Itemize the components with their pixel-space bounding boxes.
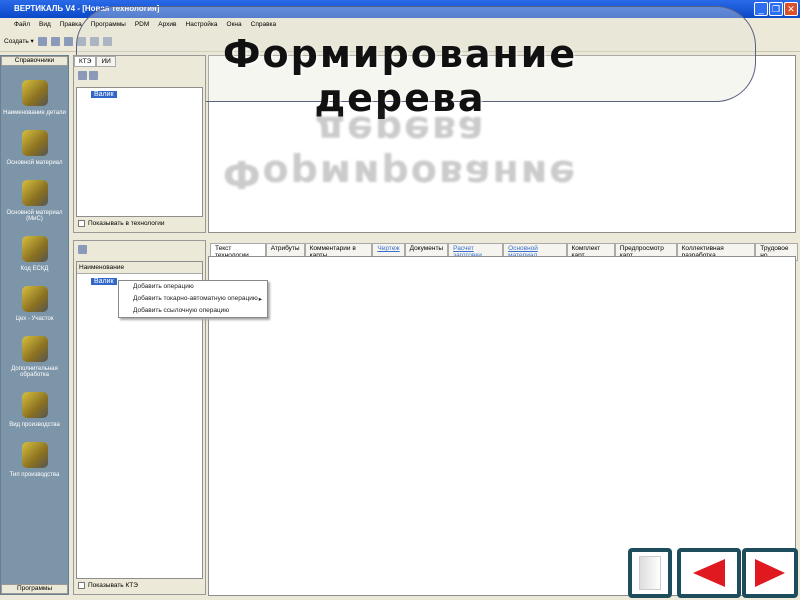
sidebar-item-workshop[interactable]: Цех - Участок (1, 286, 68, 322)
menu-item-add-lathe-operation[interactable]: Добавить токарно-автоматную операцию ▸ (119, 293, 267, 305)
sidebar-item-production-kind[interactable]: Вид производства (1, 392, 68, 428)
create-button[interactable]: Создать ▾ (4, 37, 34, 51)
menu-pdm[interactable]: PDM (135, 21, 149, 33)
sidebar-item-part-name[interactable]: Наименование детали (1, 80, 68, 116)
sidebar-item-production-type[interactable]: Тип производства (1, 442, 68, 478)
menu-help[interactable]: Справка (251, 21, 277, 33)
menu-item-add-operation[interactable]: Добавить операцию (119, 281, 267, 293)
menu-settings[interactable]: Настройка (186, 21, 218, 33)
product-box-icon (639, 556, 661, 590)
tree-icon[interactable] (88, 71, 98, 80)
tab-ii[interactable]: ИИ (96, 56, 116, 67)
copy-icon[interactable] (76, 37, 86, 46)
context-menu: Добавить операцию Добавить токарно-автом… (118, 280, 268, 318)
show-kte-checkbox[interactable] (78, 582, 85, 589)
cut-icon[interactable] (63, 37, 73, 46)
menu-bar: Файл Вид Правка Программы PDM Архив Наст… (0, 18, 800, 33)
menu-programs[interactable]: Программы (91, 21, 126, 33)
tree-icon[interactable] (78, 245, 87, 254)
workshop-icon (21, 286, 48, 312)
arrow-right-icon (755, 559, 785, 587)
save-icon[interactable] (50, 37, 60, 46)
kte-toolbar (74, 67, 205, 87)
arrow-left-icon (693, 559, 725, 587)
restore-button[interactable]: ❐ (769, 2, 783, 16)
tab-kte[interactable]: КТЭ (74, 56, 97, 67)
sidebar-header[interactable]: Справочники (1, 56, 68, 66)
tree-item-valik[interactable]: Валик (91, 278, 117, 285)
material-icon (21, 130, 48, 156)
product-box-button[interactable] (628, 548, 672, 598)
key-icon (21, 236, 48, 262)
title-bar: ВЕРТИКАЛЬ V4 - [Новая технология] (0, 0, 800, 18)
tool-icon[interactable] (102, 37, 112, 46)
menu-view[interactable]: Вид (39, 21, 51, 33)
window-title: ВЕРТИКАЛЬ V4 - [Новая технология] (14, 4, 160, 13)
tree-item-valik[interactable]: Валик (91, 91, 117, 98)
tree-icon[interactable] (78, 71, 87, 80)
prev-slide-button[interactable] (677, 548, 741, 598)
sidebar-item-extra-processing[interactable]: Дополнительная обработка (1, 336, 68, 378)
upper-content (208, 55, 796, 233)
menu-item-add-link-operation[interactable]: Добавить ссылочную операцию (119, 305, 267, 317)
menu-file[interactable]: Файл (14, 21, 30, 33)
show-in-tech-checkbox[interactable] (78, 220, 85, 227)
sidebar-item-eskd-code[interactable]: Код ЕСКД (1, 236, 68, 272)
lower-content (208, 256, 796, 596)
book-icon (21, 442, 48, 468)
sidebar-footer[interactable]: Программы (1, 584, 68, 594)
book-icon (21, 392, 48, 418)
paste-icon[interactable] (89, 37, 99, 46)
sidebar-item-material[interactable]: Основной материал (1, 130, 68, 166)
open-icon[interactable] (37, 37, 47, 46)
close-button[interactable]: ✕ (784, 2, 798, 16)
kte-panel: КТЭ ИИ Валик Показывать в технологии (73, 55, 206, 233)
minimize-button[interactable]: _ (754, 2, 768, 16)
menu-windows[interactable]: Окна (227, 21, 242, 33)
menu-archive[interactable]: Архив (158, 21, 176, 33)
toolbar: Создать ▾ (0, 33, 800, 52)
column-header[interactable]: Наименование (77, 262, 202, 274)
material-icon (21, 180, 48, 206)
menu-edit[interactable]: Правка (60, 21, 82, 33)
part-icon (21, 80, 48, 106)
sidebar: Справочники Наименование детали Основной… (0, 55, 69, 595)
processing-icon (21, 336, 48, 362)
submenu-arrow-icon: ▸ (258, 296, 262, 303)
next-slide-button[interactable] (742, 548, 798, 598)
sidebar-item-material-mis[interactable]: Основной материал (МиС) (1, 180, 68, 222)
